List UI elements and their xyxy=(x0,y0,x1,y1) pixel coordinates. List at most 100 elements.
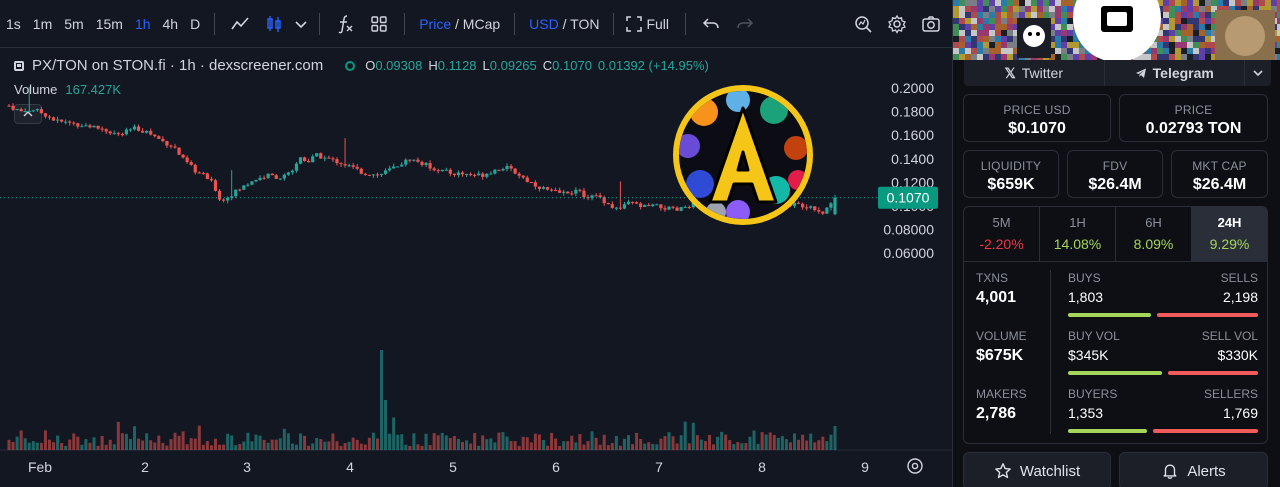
mktcap-box: MKT CAP $26.4M xyxy=(1171,150,1268,198)
timeframe-1h[interactable]: 1h xyxy=(129,16,157,32)
banner-pixel xyxy=(995,42,1001,48)
timeframe-5m[interactable]: 5m xyxy=(58,16,89,32)
volume-bar xyxy=(169,439,173,450)
bell-icon xyxy=(1163,464,1177,479)
time-axis-tick: 4 xyxy=(346,459,354,475)
volume-bar xyxy=(618,445,622,450)
banner-pixel xyxy=(953,30,959,36)
banner-pixel xyxy=(1193,24,1199,30)
fullscreen-icon[interactable] xyxy=(622,7,646,41)
period-1h[interactable]: 1H 14.08% xyxy=(1040,207,1116,261)
candle-body xyxy=(205,173,210,180)
layout-grid-icon[interactable] xyxy=(362,7,396,41)
candle-body xyxy=(639,203,643,207)
watchlist-button[interactable]: Watchlist xyxy=(963,452,1111,487)
candle-body xyxy=(582,190,586,198)
banner-pixel xyxy=(1001,48,1007,54)
camera-icon[interactable] xyxy=(914,7,948,41)
volume-label: VOLUME xyxy=(976,329,1027,343)
volume-bar xyxy=(31,441,35,450)
banner-pixel xyxy=(1001,0,1007,6)
candle-body xyxy=(307,161,311,163)
period-6h[interactable]: 6H 8.09% xyxy=(1116,207,1192,261)
indicators-icon[interactable] xyxy=(328,7,362,41)
timeframe-4h[interactable]: 4h xyxy=(157,16,185,32)
banner-pixel xyxy=(977,30,983,36)
more-links-button[interactable] xyxy=(1245,60,1271,86)
volume-bar xyxy=(375,438,379,450)
mcap-option[interactable]: MCap xyxy=(463,16,500,32)
timeframe-15m[interactable]: 15m xyxy=(90,16,129,32)
banner-pixel xyxy=(1163,6,1169,12)
candle-body xyxy=(566,191,570,194)
candle-body xyxy=(221,199,226,201)
usd-option[interactable]: USD xyxy=(529,16,559,32)
fullscreen-label[interactable]: Full xyxy=(646,16,677,32)
volume-bar xyxy=(821,436,825,450)
alerts-button[interactable]: Alerts xyxy=(1119,452,1268,487)
candle-body xyxy=(266,173,270,178)
axis-settings-icon[interactable] xyxy=(905,456,927,478)
redo-icon[interactable] xyxy=(728,7,762,41)
candle-body xyxy=(444,169,448,171)
banner-pixel xyxy=(1211,0,1217,6)
volume-bar xyxy=(651,443,655,450)
volume-bar xyxy=(594,437,598,450)
candle-body xyxy=(84,125,88,127)
timeframe-d[interactable]: D xyxy=(184,16,206,32)
watchlist-label: Watchlist xyxy=(1019,462,1081,480)
social-links: 𝕏 Twitter Telegram xyxy=(964,60,1271,86)
volume-bar xyxy=(598,444,602,450)
currency-toggle[interactable]: USD / TON xyxy=(523,16,605,32)
candle-body xyxy=(610,204,614,208)
volume-bar xyxy=(380,350,384,450)
period-24h[interactable]: 24H 9.29% xyxy=(1192,207,1267,261)
time-axis-tick: 7 xyxy=(655,459,663,475)
chevron-down-icon[interactable] xyxy=(291,7,311,41)
volume-bar xyxy=(343,443,347,450)
makers-row: MAKERS 2,786 BUYERS SELLERS 1,353 1,769 xyxy=(964,378,1269,434)
volume-bar xyxy=(193,438,197,450)
candle-body xyxy=(383,170,388,174)
banner-pixel xyxy=(1187,48,1193,54)
quick-search-icon[interactable] xyxy=(846,7,880,41)
candle-body xyxy=(578,189,582,191)
banner-pixel xyxy=(1181,48,1187,54)
banner-pixel xyxy=(983,42,989,48)
banner-pixel xyxy=(953,54,959,60)
candle-body xyxy=(554,190,558,192)
candle-body xyxy=(416,159,420,162)
banner-pixel xyxy=(959,24,965,30)
ton-option[interactable]: TON xyxy=(570,16,599,32)
volume-bar xyxy=(473,432,477,450)
candle-body xyxy=(15,109,19,111)
candle-body xyxy=(169,145,173,147)
banner-pixel xyxy=(1067,24,1073,30)
settings-gear-icon[interactable] xyxy=(880,7,914,41)
candle-body xyxy=(128,129,133,131)
volume-bar xyxy=(728,440,732,450)
candle-body xyxy=(817,210,821,212)
banner-pixel xyxy=(971,18,977,24)
candle-body xyxy=(497,169,501,171)
price-mcap-toggle[interactable]: Price / MCap xyxy=(413,16,506,32)
candle-body xyxy=(149,130,153,135)
banner-pixel xyxy=(1007,36,1013,42)
banner-pixel xyxy=(959,42,965,48)
banner-pixel xyxy=(1193,36,1199,42)
period-5m[interactable]: 5M -2.20% xyxy=(964,207,1040,261)
banner-pixel xyxy=(983,30,989,36)
buy-bar xyxy=(1068,429,1147,433)
banner-pixel xyxy=(1055,42,1061,48)
banner-pixel xyxy=(1007,6,1013,12)
timeframe-1m[interactable]: 1m xyxy=(27,16,58,32)
undo-icon[interactable] xyxy=(694,7,728,41)
volume-bar xyxy=(72,433,76,450)
price-option[interactable]: Price xyxy=(419,16,451,32)
line-chart-icon[interactable] xyxy=(223,7,257,41)
twitter-link[interactable]: 𝕏 Twitter xyxy=(964,60,1105,86)
telegram-link[interactable]: Telegram xyxy=(1105,60,1245,86)
candle-body xyxy=(825,207,829,214)
timeframe-1s[interactable]: 1s xyxy=(0,16,27,32)
candlestick-icon[interactable] xyxy=(257,7,291,41)
